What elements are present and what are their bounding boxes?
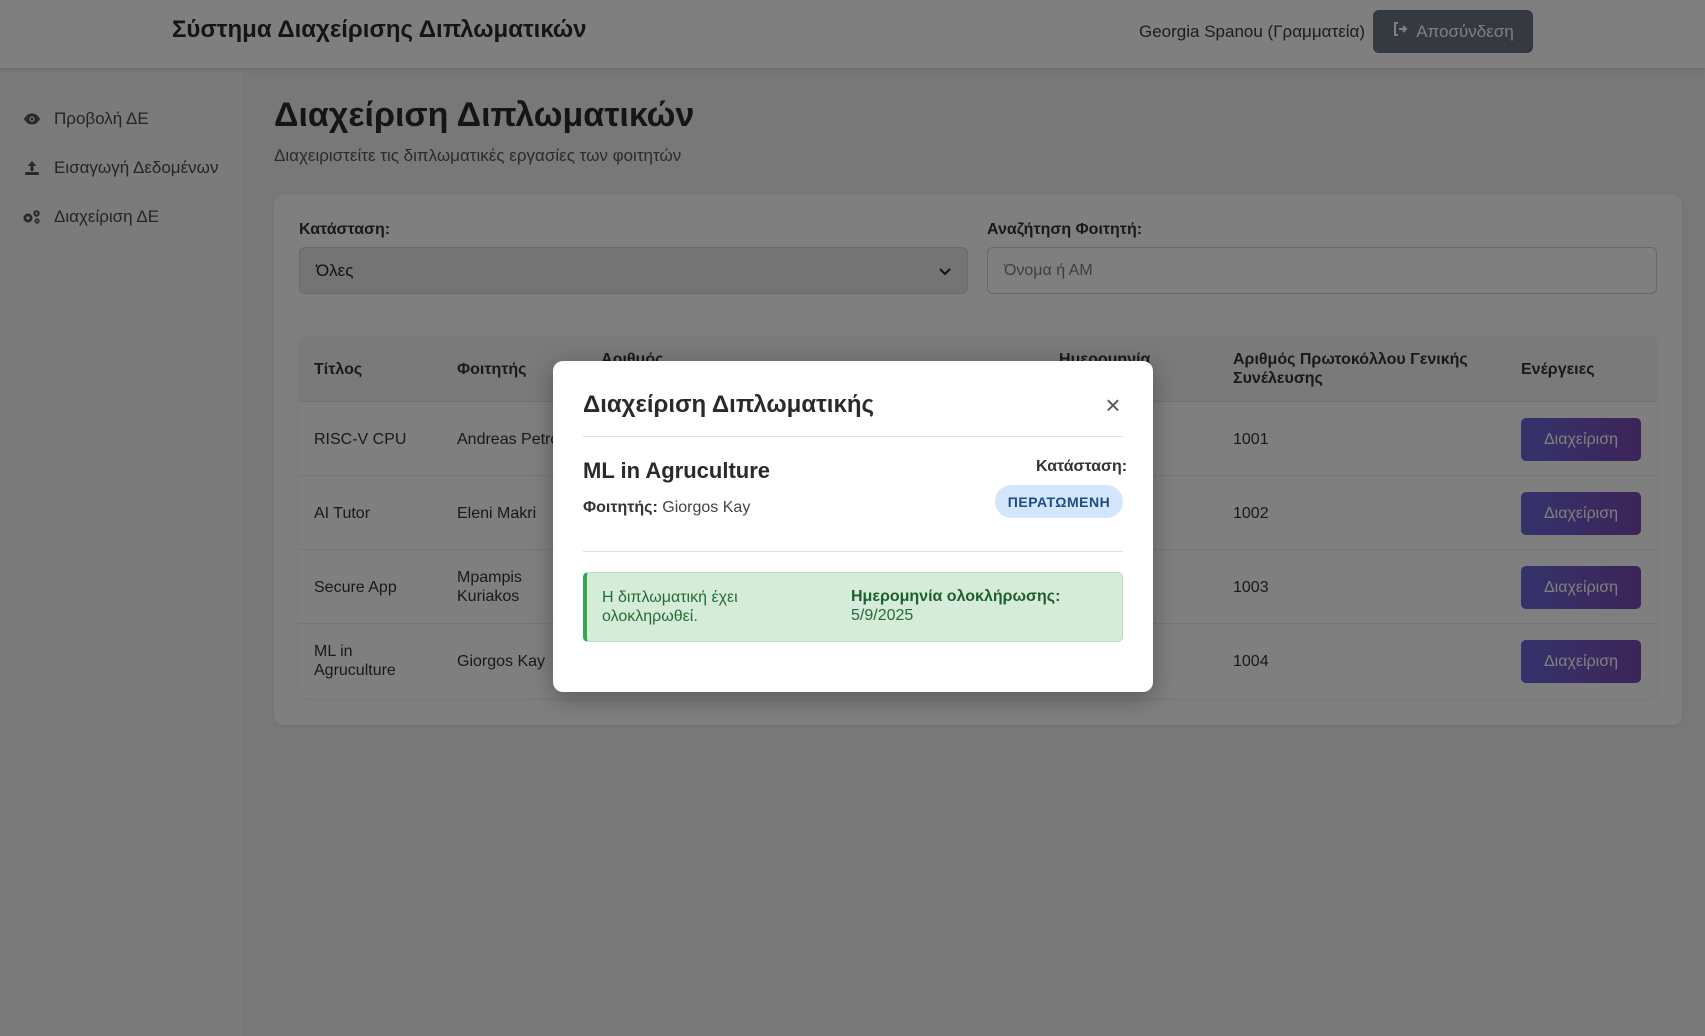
modal-divider	[583, 436, 1123, 437]
completion-date: 5/9/2025	[851, 607, 914, 624]
thesis-title: ML in Agruculture	[583, 458, 770, 483]
modal-divider	[583, 551, 1123, 552]
completion-message: Η διπλωματική έχει ολοκληρωθεί.	[602, 589, 738, 625]
student-label: Φοιτητής:	[583, 499, 658, 516]
manage-thesis-modal: Διαχείριση Διπλωματικής × ML in Agrucult…	[553, 361, 1153, 692]
thesis-student: Φοιτητής: Giorgos Kay	[583, 499, 750, 517]
status-label: Κατάσταση:	[1036, 458, 1128, 475]
close-icon[interactable]: ×	[1101, 392, 1125, 418]
student-name: Giorgos Kay	[662, 499, 751, 516]
modal-title: Διαχείριση Διπλωματικής	[583, 391, 874, 418]
completion-alert: Η διπλωματική έχει ολοκληρωθεί. Ημερομην…	[583, 572, 1123, 642]
status-badge: ΠΕΡΑΤΩΜΕΝΗ	[995, 485, 1123, 518]
completion-date-label: Ημερομηνία ολοκλήρωσης:	[851, 588, 1061, 605]
